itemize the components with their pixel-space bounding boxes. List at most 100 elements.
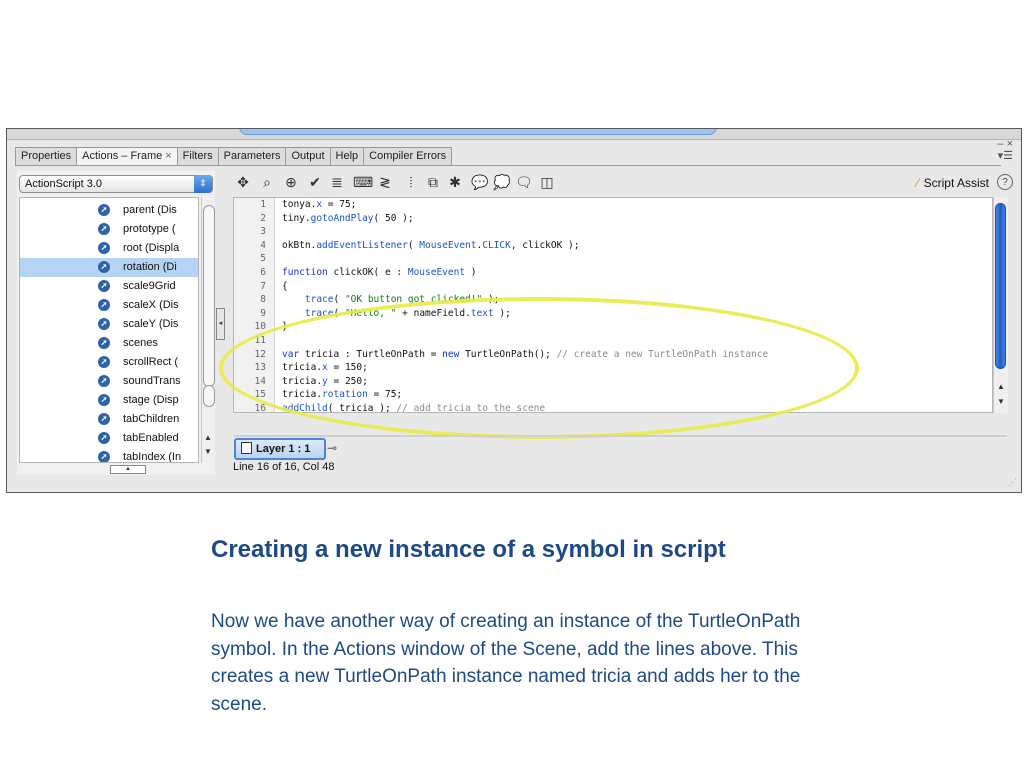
line-number: 9: [260, 307, 266, 319]
tree-item[interactable]: ➚ tabChildren: [20, 410, 198, 429]
scroll-down-icon[interactable]: ▼: [997, 397, 1005, 406]
apply-block-comment-icon[interactable]: 💬: [471, 173, 488, 191]
line-number-gutter: 1 2 3 4 5 6 7 8 9 10 11 12 13 14 15 16: [234, 198, 275, 412]
debug-options-icon[interactable]: ≷: [377, 173, 393, 191]
editor-divider: [233, 435, 1007, 437]
cursor-status: Line 16 of 16, Col 48: [233, 461, 335, 473]
tab-label: Actions – Frame: [82, 150, 163, 162]
tab-output[interactable]: Output: [285, 147, 331, 165]
line-number: 15: [254, 389, 266, 401]
tab-properties[interactable]: Properties: [15, 147, 78, 165]
editor-scroll-thumb[interactable]: [995, 203, 1006, 369]
tree-item-label: tabIndex (In: [123, 451, 182, 463]
tree-item[interactable]: ➚ scrollRect (: [20, 353, 198, 372]
code-line[interactable]: trace( "OK button got clicked!" );: [282, 294, 500, 305]
tab-compiler-errors[interactable]: Compiler Errors: [363, 147, 453, 165]
scroll-up-icon[interactable]: ▲: [997, 382, 1005, 391]
code-line[interactable]: tricia.rotation = 75;: [282, 389, 402, 400]
script-assist-button[interactable]: ⁄ Script Assist: [917, 174, 989, 192]
close-tab-icon[interactable]: ×: [165, 150, 171, 162]
panel-menu-icon[interactable]: ▾☰: [998, 150, 1013, 162]
tree-item[interactable]: ➚ scaleX (Dis: [20, 296, 198, 315]
apply-line-comment-icon[interactable]: 💭: [493, 173, 510, 191]
code-line[interactable]: okBtn.addEventListener( MouseEvent.CLICK…: [282, 240, 579, 251]
tree-item[interactable]: ➚ prototype (: [20, 220, 198, 239]
layer-icon: [241, 442, 252, 455]
tree-scroll-thumb-lower[interactable]: [203, 385, 215, 407]
tab-parameters[interactable]: Parameters: [217, 147, 287, 165]
layer-tab[interactable]: Layer 1 : 1: [234, 438, 326, 460]
minimize-icon[interactable]: –: [997, 138, 1003, 150]
tree-item-label: scaleX (Dis: [123, 299, 179, 311]
find-icon[interactable]: ⌕: [259, 173, 275, 191]
tree-item[interactable]: ➚ tabIndex (In: [20, 448, 198, 463]
tree-item[interactable]: ➚ rotation (Di: [20, 258, 198, 277]
resize-grip-icon[interactable]: ⋰: [1008, 477, 1017, 488]
tree-item-label: soundTrans: [123, 375, 181, 387]
tree-item-label: root (Displa: [123, 242, 180, 254]
code-line[interactable]: function clickOK( e : MouseEvent ): [282, 267, 477, 278]
close-icon[interactable]: ×: [1007, 138, 1013, 150]
tree-item[interactable]: ➚ scale9Grid: [20, 277, 198, 296]
code-line[interactable]: {: [282, 281, 288, 292]
tree-item[interactable]: ➚ scaleY (Dis: [20, 315, 198, 334]
show-hide-toolbox-icon[interactable]: ◫: [539, 173, 555, 191]
code-line[interactable]: tiny.gotoAndPlay( 50 );: [282, 213, 414, 224]
code-hint-icon[interactable]: ⌨: [353, 173, 373, 191]
collapse-between-icon[interactable]: ⦙: [403, 173, 419, 191]
tab-label: Compiler Errors: [369, 150, 447, 162]
expand-all-icon[interactable]: ✱: [447, 173, 463, 191]
line-number: 5: [260, 253, 266, 265]
line-number: 11: [254, 335, 266, 346]
collapse-toolbox-handle[interactable]: ◂: [216, 308, 225, 340]
script-assist-label: Script Assist: [923, 176, 989, 190]
line-number: 13: [254, 362, 266, 374]
tree-scrollbar[interactable]: ▲ ▼: [201, 197, 215, 463]
add-statement-icon[interactable]: ✥: [235, 173, 251, 191]
line-number: 16: [254, 403, 266, 413]
help-icon[interactable]: ?: [997, 174, 1013, 190]
code-line[interactable]: tricia.x = 150;: [282, 362, 368, 373]
panel-tab-bar: Properties Actions – Frame × Filters Paramet…: [15, 147, 453, 166]
language-version-value: ActionScript 3.0: [25, 178, 103, 190]
line-number: 2: [260, 212, 266, 224]
target-path-icon[interactable]: ⊕: [283, 173, 299, 191]
code-line[interactable]: var tricia : TurtleOnPath = new TurtleOn…: [282, 349, 768, 360]
tree-item[interactable]: ➚ scenes: [20, 334, 198, 353]
layer-tab-label: Layer 1 : 1: [256, 443, 311, 455]
code-editor[interactable]: 1 2 3 4 5 6 7 8 9 10 11 12 13 14 15 16 tonya.x = 75; tin…: [233, 197, 993, 413]
magic-wand-icon: ⁄: [916, 176, 919, 190]
line-number: 7: [260, 280, 266, 292]
code-line[interactable]: }: [282, 321, 288, 332]
code-line[interactable]: tricia.y = 250;: [282, 376, 368, 387]
property-icon: ➚: [98, 223, 110, 235]
tree-item[interactable]: ➚ tabEnabled: [20, 429, 198, 448]
line-number: 6: [260, 267, 266, 278]
tree-horizontal-scroll[interactable]: ▲: [110, 465, 146, 474]
tree-item[interactable]: ➚ root (Displa: [20, 239, 198, 258]
code-line[interactable]: trace( "Hello, " + nameField.text );: [282, 308, 511, 319]
auto-format-icon[interactable]: ≣: [329, 173, 345, 191]
tree-scroll-thumb[interactable]: [203, 205, 215, 387]
tab-help[interactable]: Help: [329, 147, 365, 165]
scroll-down-icon[interactable]: ▼: [204, 447, 212, 456]
tree-item[interactable]: ➚ parent (Dis: [20, 201, 198, 220]
code-line[interactable]: addChild( tricia ); // add tricia to the…: [282, 403, 545, 412]
tree-item[interactable]: ➚ stage (Disp: [20, 391, 198, 410]
language-version-select[interactable]: ActionScript 3.0 ⇕: [19, 175, 213, 193]
remove-comment-icon[interactable]: 🗨: [515, 173, 533, 191]
tree-item-label: prototype (: [123, 223, 176, 235]
collapse-selection-icon[interactable]: ⧉: [425, 173, 441, 191]
pin-script-icon[interactable]: ⊸: [327, 441, 337, 455]
line-number: 8: [260, 294, 266, 306]
script-toolbar: ⁄ Script Assist ? ✥ ⌕ ⊕ ✔ ≣ ⌨ ≷ ⦙ ⧉ ✱ 💬 💭 🗨 ◫: [233, 173, 1013, 193]
editor-scrollbar[interactable]: ▲ ▼: [993, 197, 1008, 413]
tree-item[interactable]: ➚ soundTrans: [20, 372, 198, 391]
tab-actions-frame[interactable]: Actions – Frame ×: [76, 147, 178, 166]
code-line[interactable]: tonya.x = 75;: [282, 199, 356, 210]
stage-scrollbar[interactable]: [239, 129, 717, 135]
property-icon: ➚: [98, 413, 110, 425]
check-syntax-icon[interactable]: ✔: [307, 173, 323, 191]
tab-filters[interactable]: Filters: [176, 147, 219, 165]
scroll-up-icon[interactable]: ▲: [204, 433, 212, 442]
